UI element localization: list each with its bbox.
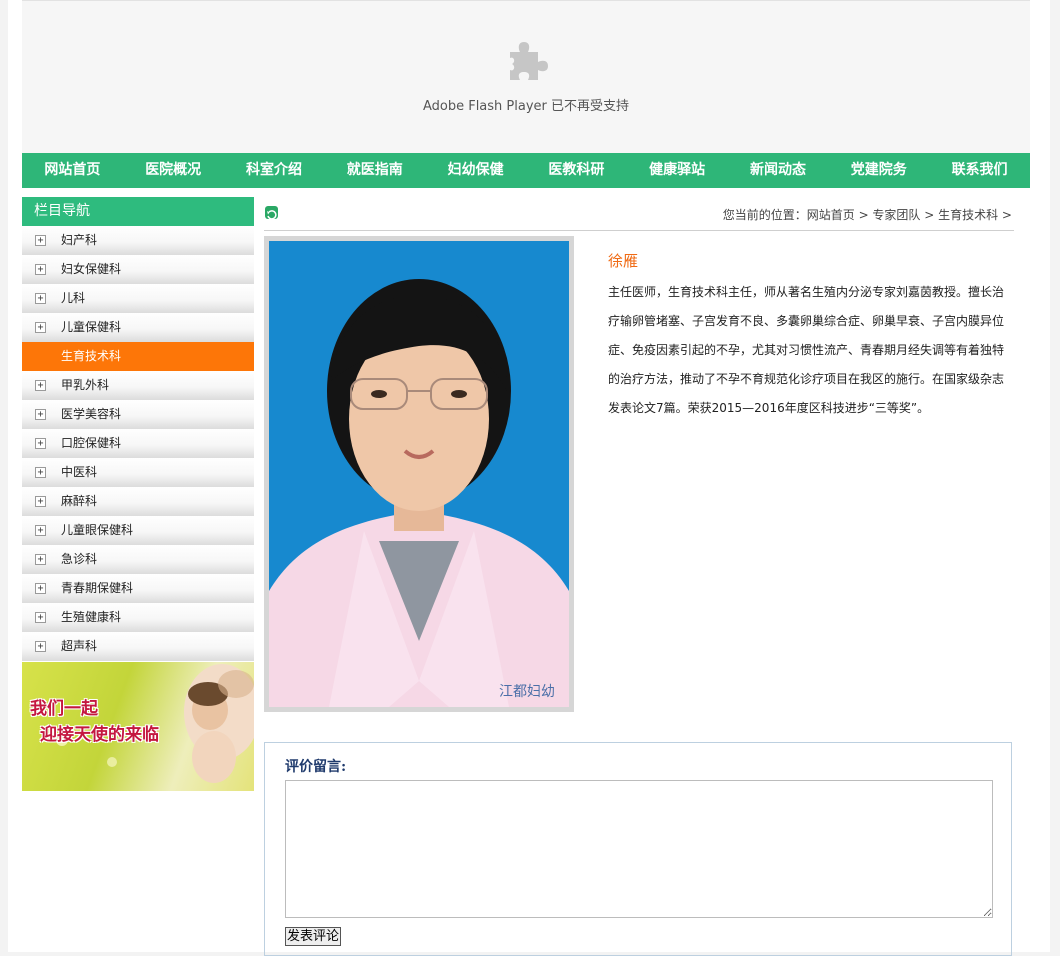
sidebar-item[interactable]: + 儿科 — [22, 284, 254, 313]
nav-item[interactable]: 医院概况 — [123, 153, 224, 188]
sidebar-item-label: 麻醉科 — [61, 494, 98, 508]
expand-plus-icon[interactable]: + — [35, 554, 46, 565]
svg-text:江都妇幼: 江都妇幼 — [499, 683, 555, 700]
breadcrumb: 您当前的位置：网站首页 > 专家团队 > 生育技术科 > — [264, 204, 1014, 231]
sidebar-item-label: 儿科 — [61, 291, 86, 305]
expand-plus-icon[interactable]: + — [35, 583, 46, 594]
comment-textarea[interactable] — [285, 780, 993, 918]
sidebar-item-label: 儿童保健科 — [61, 320, 122, 334]
sidebar-item[interactable]: + 超声科 — [22, 632, 254, 661]
expand-plus-icon[interactable]: + — [35, 409, 46, 420]
sidebar-item[interactable]: + 甲乳外科 — [22, 371, 254, 400]
expand-plus-icon[interactable]: + — [35, 496, 46, 507]
nav-item[interactable]: 妇幼保健 — [425, 153, 526, 188]
sidebar-item-label: 青春期保健科 — [61, 581, 134, 595]
nav-item[interactable]: 健康驿站 — [627, 153, 728, 188]
sidebar-item-label: 妇女保健科 — [61, 262, 122, 276]
sidebar-item-label: 生殖健康科 — [61, 610, 122, 624]
expand-plus-icon[interactable]: + — [35, 525, 46, 536]
sidebar-item[interactable]: + 医学美容科 — [22, 400, 254, 429]
submit-comment-button[interactable]: 发表评论 — [285, 927, 342, 946]
refresh-icon — [265, 206, 278, 220]
nav-item[interactable]: 就医指南 — [324, 153, 425, 188]
expand-plus-icon[interactable]: + — [35, 438, 46, 449]
sidebar-item-label: 口腔保健科 — [61, 436, 122, 450]
comment-section: 评价留言: 发表评论 — [264, 742, 1012, 956]
sidebar-item[interactable]: + 妇女保健科 — [22, 255, 254, 284]
main-nav: 网站首页 医院概况 科室介绍 就医指南 妇幼保健 医教科研 健康驿站 新闻动态 党建院务 联系我们 — [22, 153, 1030, 188]
banner-line-1: 我们一起 — [30, 699, 98, 719]
page: Adobe Flash Player 已不再受支持 网站首页 医院概况 科室介绍 就医… — [8, 0, 1050, 956]
banner-line-2: 迎接天使的来临 — [40, 725, 159, 745]
sidebar-item[interactable]: + 中医科 — [22, 458, 254, 487]
comment-label: 评价留言: — [285, 759, 347, 775]
sidebar-item-label: 医学美容科 — [61, 407, 122, 421]
expand-plus-icon[interactable]: + — [35, 293, 46, 304]
expand-plus-icon[interactable]: + — [35, 641, 46, 652]
nav-item[interactable]: 党建院务 — [828, 153, 929, 188]
sidebar-item[interactable]: + 妇产科 — [22, 226, 254, 255]
flash-message: Adobe Flash Player 已不再受支持 — [422, 99, 630, 114]
sidebar-item[interactable]: 生育技术科 — [22, 342, 254, 371]
sidebar-item[interactable]: + 青春期保健科 — [22, 574, 254, 603]
expand-plus-icon[interactable]: + — [35, 612, 46, 623]
sidebar-item-label: 超声科 — [61, 639, 98, 653]
puzzle-icon — [510, 42, 548, 80]
sidebar-item[interactable]: + 生殖健康科 — [22, 603, 254, 632]
sidebar-item[interactable]: + 口腔保健科 — [22, 429, 254, 458]
doctor-photo: 江都妇幼 — [269, 241, 569, 707]
sidebar-item-label: 中医科 — [61, 465, 98, 479]
sidebar-item-label: 甲乳外科 — [61, 378, 110, 392]
expand-plus-icon[interactable]: + — [35, 235, 46, 246]
breadcrumb-text: 您当前的位置：网站首页 > 专家团队 > 生育技术科 > — [722, 208, 1012, 222]
flash-banner: Adobe Flash Player 已不再受支持 — [22, 0, 1030, 153]
expand-plus-icon[interactable]: + — [35, 322, 46, 333]
nav-item[interactable]: 联系我们 — [929, 153, 1030, 188]
sidebar-item[interactable]: + 麻醉科 — [22, 487, 254, 516]
expand-plus-icon[interactable]: + — [35, 264, 46, 275]
doctor-description: 主任医师，生育技术科主任，师从著名生殖内分泌专家刘嘉茵教授。擅长治疗输卵管堵塞、… — [608, 285, 1005, 415]
expand-plus-icon[interactable]: + — [35, 467, 46, 478]
nav-item[interactable]: 网站首页 — [22, 153, 123, 188]
sidebar-item-label: 急诊科 — [61, 552, 98, 566]
side-banner[interactable]: 我们一起 迎接天使的来临 — [22, 662, 254, 791]
sidebar: 栏目导航 + 妇产科 + 妇女保健科 + 儿科 + 儿童保健科生育技术科 + 甲乳外科 + 医学美容科… — [22, 197, 254, 791]
sidebar-item-label: 生育技术科 — [61, 349, 122, 363]
nav-item[interactable]: 新闻动态 — [728, 153, 829, 188]
expand-plus-icon[interactable]: + — [35, 380, 46, 391]
sidebar-list: + 妇产科 + 妇女保健科 + 儿科 + 儿童保健科生育技术科 + 甲乳外科 + 医学美容科 + 口腔保健… — [22, 226, 254, 661]
sidebar-item-label: 妇产科 — [61, 233, 98, 247]
nav-item[interactable]: 科室介绍 — [224, 153, 325, 188]
sidebar-item-label: 儿童眼保健科 — [61, 523, 134, 537]
nav-item[interactable]: 医教科研 — [526, 153, 627, 188]
sidebar-item[interactable]: + 儿童眼保健科 — [22, 516, 254, 545]
doctor-photo-frame: 江都妇幼 — [264, 236, 574, 712]
sidebar-item[interactable]: + 急诊科 — [22, 545, 254, 574]
doctor-name: 徐雁 — [608, 252, 639, 270]
sidebar-item[interactable]: + 儿童保健科 — [22, 313, 254, 342]
sidebar-title: 栏目导航 — [22, 197, 254, 226]
